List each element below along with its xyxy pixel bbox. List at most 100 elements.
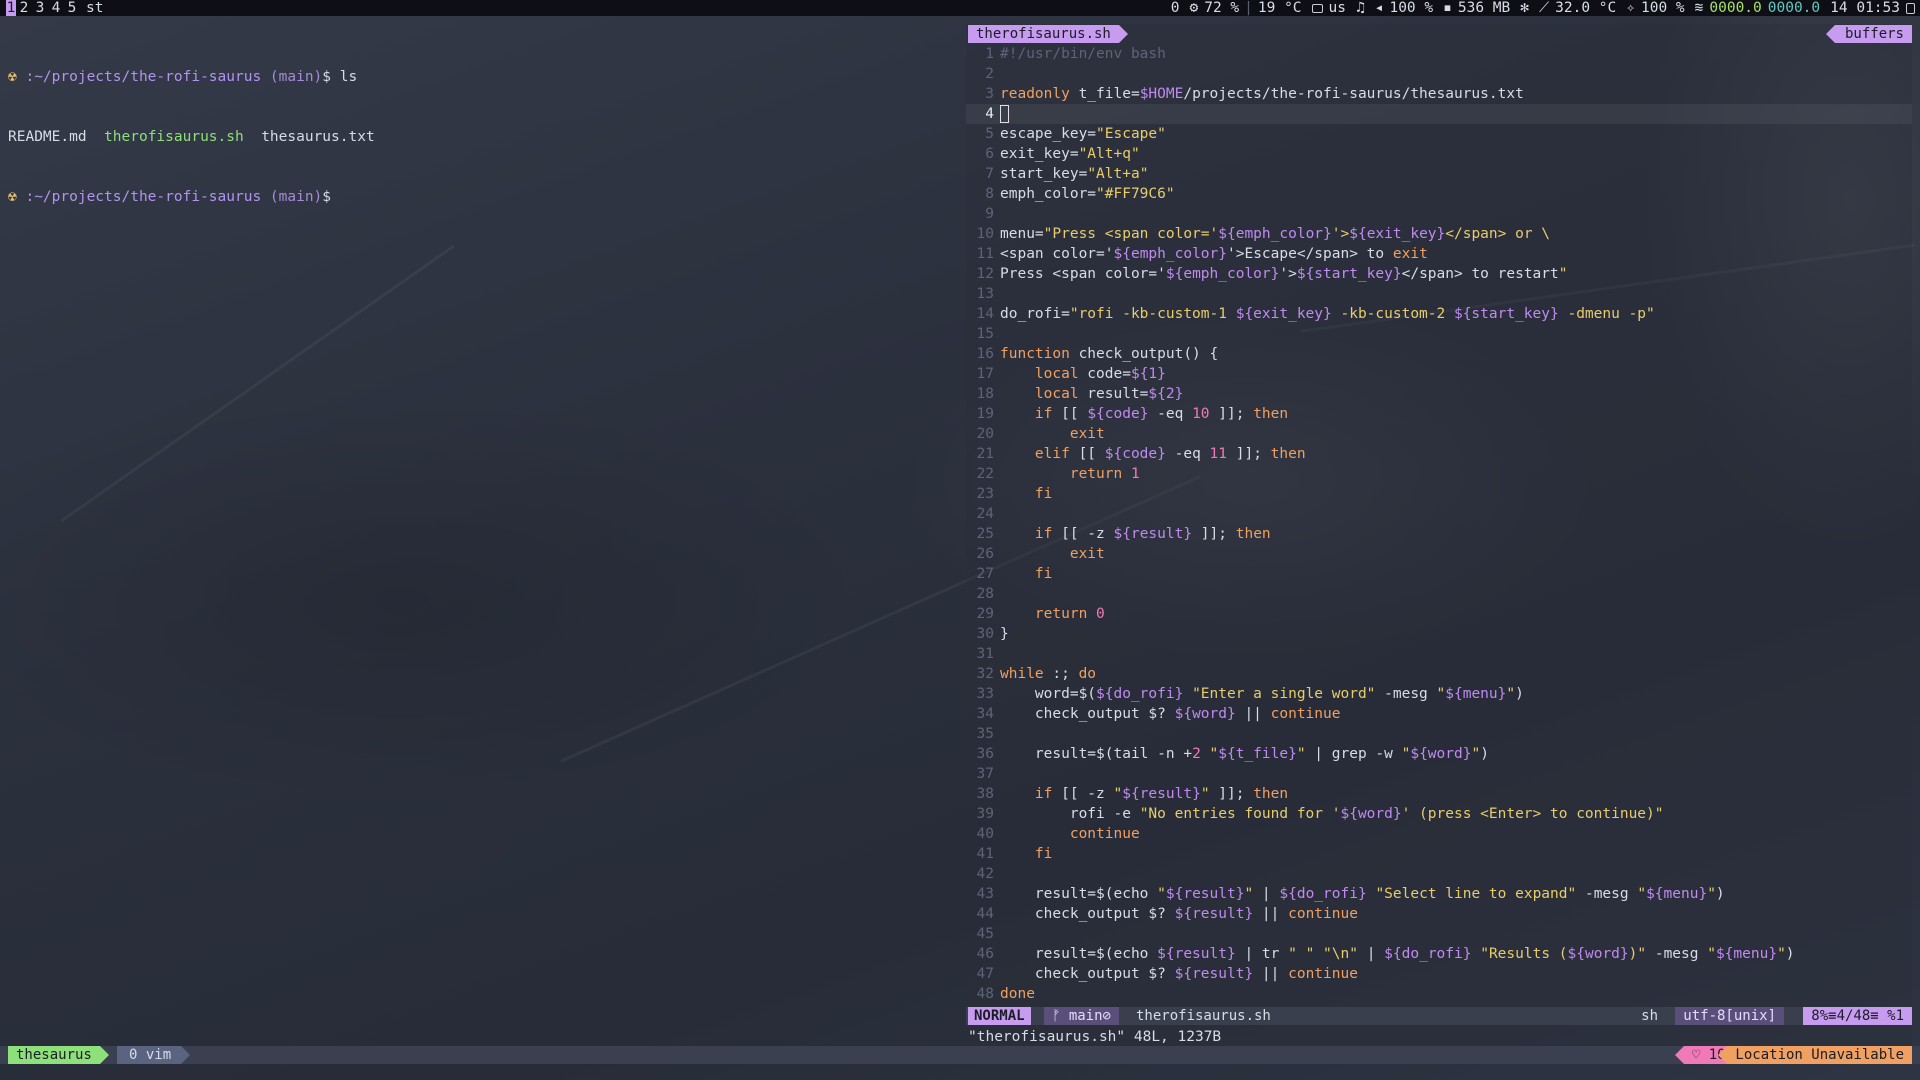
code-line[interactable]: 5 escape_key="Escape" [966,124,1912,144]
code-line[interactable]: 43 result=$(echo "${result}" | ${do_rofi… [966,884,1912,904]
code-line[interactable]: 27 fi [966,564,1912,584]
code-text: result=$(tail -n +2 "${t_file}" | grep -… [1000,746,1489,762]
line-number: 25 [976,526,994,542]
code-text: #!/usr/bin/env bash [1000,46,1166,62]
code-line[interactable]: 28 [966,584,1912,604]
brightness-module[interactable]: ✧ 100 % [1621,0,1689,16]
code-area[interactable]: 1 #!/usr/bin/env bash 2 3 readonly t_file=$H… [966,44,1912,1004]
code-line[interactable]: 26 exit [966,544,1912,564]
code-line[interactable]: 6 exit_key="Alt+q" [966,144,1912,164]
line-number: 31 [976,646,994,662]
code-line[interactable]: 21 elif [[ ${code} -eq 11 ]]; then [966,444,1912,464]
code-line[interactable]: 44 check_output $? ${result} || continue [966,904,1912,924]
code-line[interactable]: 10 menu="Press <span color='${emph_color}… [966,224,1912,244]
updates-count: 0 [1170,0,1180,16]
code-line[interactable]: 18 local result=${2} [966,384,1912,404]
code-text: continue [1069,826,1140,842]
code-line[interactable]: 11 <span color='${emph_color}'>Escape</sp… [966,244,1912,264]
separator: | [1244,0,1253,16]
code-line[interactable]: 23 fi [966,484,1912,504]
code-line[interactable]: 45 [966,924,1912,944]
volume-module[interactable]: ◂ 100 % [1370,0,1438,16]
code-line[interactable]: 40 continue [966,824,1912,844]
terminal-pane[interactable]: ☢ :~/projects/the-rofi-saurus (main)$ ls… [8,27,958,227]
code-line[interactable]: 2 [966,64,1912,84]
code-line[interactable]: 37 [966,764,1912,784]
workspace-list: 1 2 3 4 5 st [6,0,103,16]
workspace-5[interactable]: 5 [64,0,80,16]
code-text: exit [1069,426,1105,442]
code-line[interactable]: 48 done [966,984,1912,1004]
code-line[interactable]: 19 if [[ ${code} -eq 10 ]]; then [966,404,1912,424]
brightness-value: 100 % [1640,0,1685,16]
code-line[interactable]: 17 local code=${1} [966,364,1912,384]
file-encoding: utf-8[unix] [1675,1007,1784,1025]
network-module[interactable]: ≋ 0000.0 0000.0 [1690,0,1826,16]
code-line[interactable]: 12 Press <span color='${emph_color}'>${st… [966,264,1912,284]
line-number: 45 [976,926,994,942]
code-line[interactable]: 13 [966,284,1912,304]
code-line[interactable]: 20 exit [966,424,1912,444]
code-line[interactable]: 15 [966,324,1912,344]
code-text: rofi -e "No entries found for '${word}' … [1000,806,1664,822]
code-line[interactable]: 3 readonly t_file=$HOME/projects/the-rofi… [966,84,1912,104]
code-line[interactable]: 38 if [[ -z "${result}" ]]; then [966,784,1912,804]
terminal-output-line: README.md therofisaurus.sh thesaurus.txt [8,127,958,147]
cursor-position: 8%≡4/48≡ %1 [1803,1007,1912,1025]
code-line[interactable]: 14 do_rofi="rofi -kb-custom-1 ${exit_key}… [966,304,1912,324]
code-line[interactable]: 29 return 0 [966,604,1912,624]
line-number: 4 [985,106,994,122]
terminal-line: ☢ :~/projects/the-rofi-saurus (main)$ [8,187,958,207]
line-number: 8 [985,186,994,202]
code-line[interactable]: 8 emph_color="#FF79C6" [966,184,1912,204]
code-line[interactable]: 47 check_output $? ${result} || continue [966,964,1912,984]
workspace-2[interactable]: 2 [16,0,32,16]
code-text: if [[ -z ${result} ]]; then [1034,526,1271,542]
vim-statusline: NORMAL ᚠ main⊘ therofisaurus.sh sh utf-8… [966,1007,1912,1025]
tab-therofisaurus[interactable]: therofisaurus.sh [968,25,1128,43]
clock-module[interactable]: 14 01:53 [1825,0,1920,16]
code-line[interactable]: 42 [966,864,1912,884]
code-text: fi [1034,566,1053,582]
workspace-3[interactable]: 3 [32,0,48,16]
vim-command-line[interactable]: "therofisaurus.sh" 48L, 1237B [968,1027,1221,1047]
code-line[interactable]: 33 word=$(${do_rofi} "Enter a single wor… [966,684,1912,704]
code-line[interactable]: 30} [966,624,1912,644]
tmux-session-name[interactable]: thesaurus [8,1046,109,1064]
workspace-4[interactable]: 4 [48,0,64,16]
line-number: 40 [976,826,994,842]
vim-editor-pane[interactable]: therofisaurus.sh buffers 1 #!/usr/bin/env… [966,24,1912,1052]
line-number: 44 [976,906,994,922]
tmux-window-tab[interactable]: 0 vim [117,1046,191,1064]
code-line[interactable]: 1 #!/usr/bin/env bash [966,44,1912,64]
music-module[interactable]: ♫ [1351,0,1370,16]
code-line[interactable]: 9 [966,204,1912,224]
code-line[interactable]: 16 function check_output() { [966,344,1912,364]
code-line[interactable]: 24 [966,504,1912,524]
line-number: 6 [985,146,994,162]
code-line[interactable]: 22 return 1 [966,464,1912,484]
filetype: sh [1641,1008,1658,1024]
code-line[interactable]: 34 check_output $? ${word} || continue [966,704,1912,724]
code-line[interactable]: 46 result=$(echo ${result} | tr " " "\n"… [966,944,1912,964]
line-number: 10 [976,226,994,242]
code-text: } [1000,626,1009,642]
code-line[interactable]: 31 [966,644,1912,664]
code-line[interactable]: 4 [966,104,1912,124]
code-line[interactable]: 7 start_key="Alt+a" [966,164,1912,184]
code-line[interactable]: 35 [966,724,1912,744]
memory-value: 536 MB [1457,0,1511,16]
code-line[interactable]: 32 while :; do [966,664,1912,684]
location-status: Location Unavailable [1718,1046,1912,1064]
code-line[interactable]: 39 rofi -e "No entries found for '${word… [966,804,1912,824]
code-line[interactable]: 25 if [[ -z ${result} ]]; then [966,524,1912,544]
line-number: 17 [976,366,994,382]
workspace-1[interactable]: 1 [6,0,16,16]
settings-module[interactable]: ✻ [1515,0,1534,16]
code-line[interactable]: 41 fi [966,844,1912,864]
line-number: 27 [976,566,994,582]
code-line[interactable]: 36 result=$(tail -n +2 "${t_file}" | gre… [966,744,1912,764]
line-number: 20 [976,426,994,442]
keyboard-module[interactable]: us [1307,0,1351,16]
code-text [1000,105,1009,123]
